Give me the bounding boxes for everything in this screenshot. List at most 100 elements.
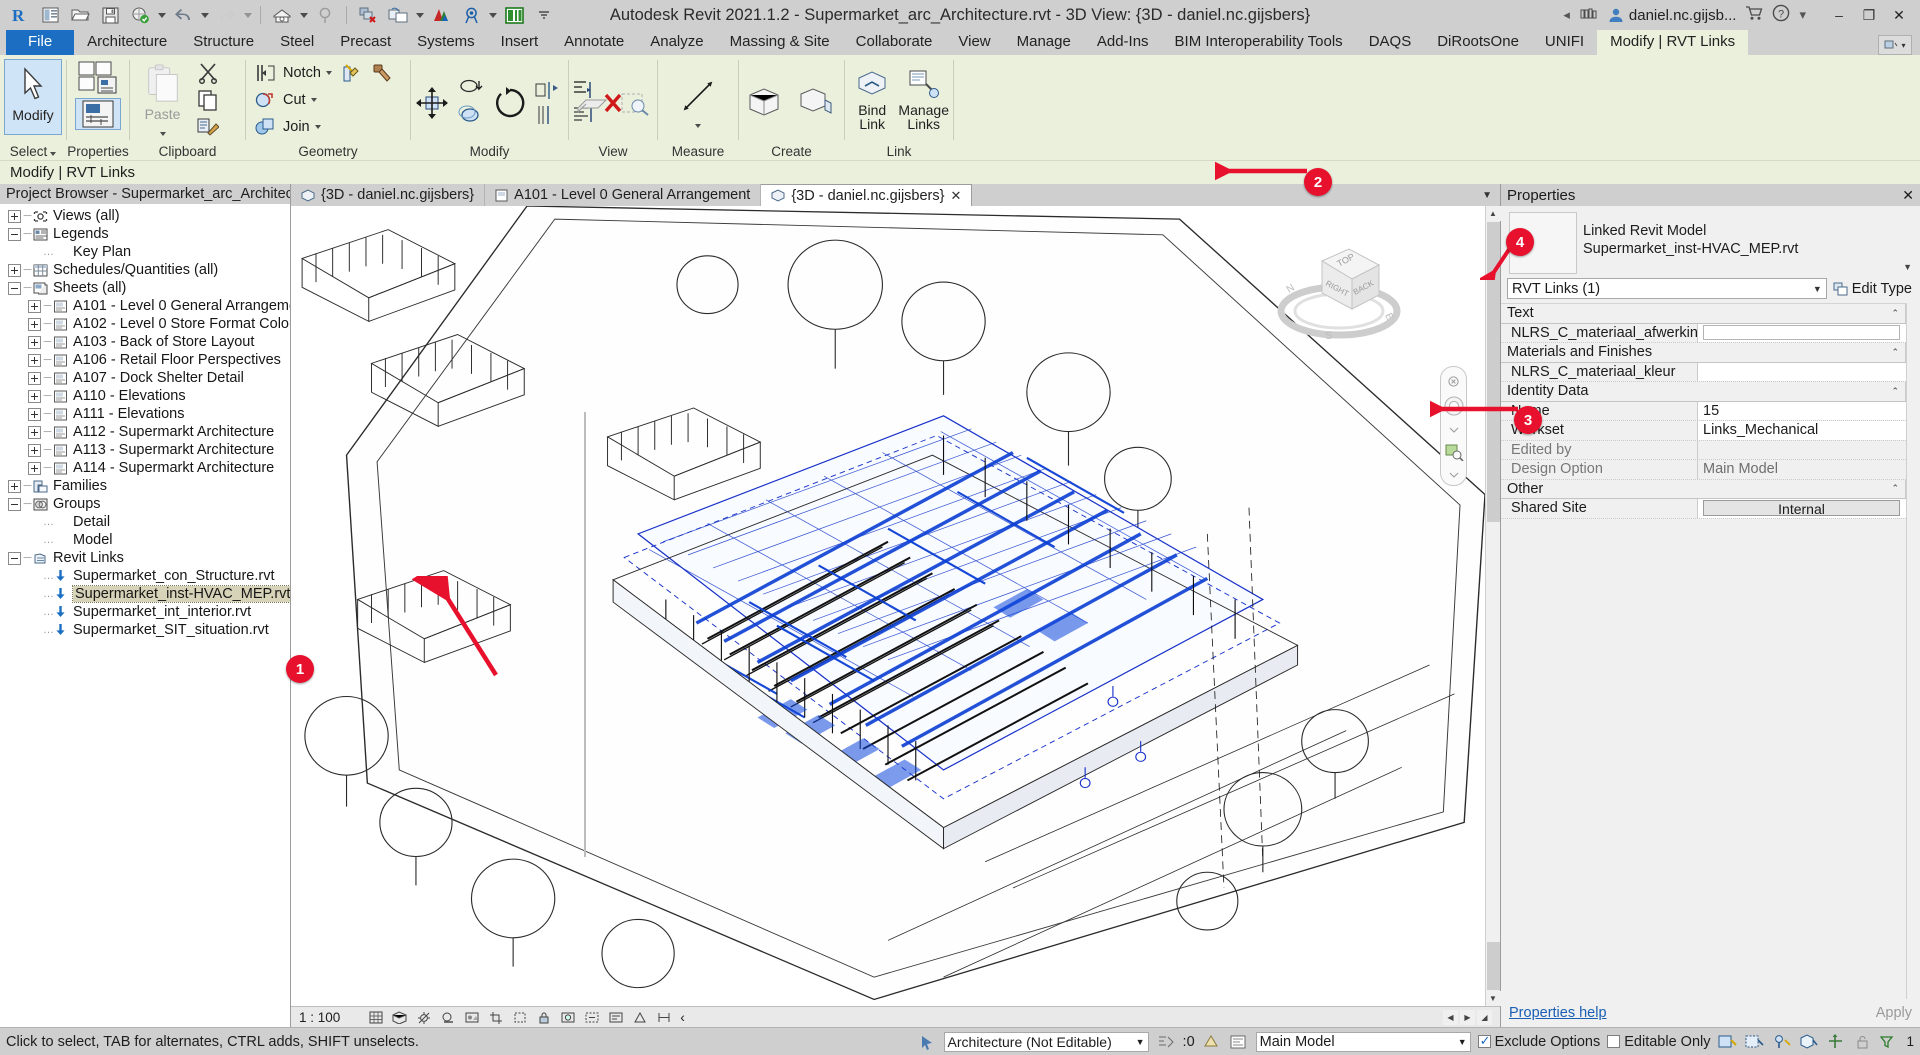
default-3d-view-icon[interactable] [268, 2, 296, 28]
modify-button[interactable]: Modify [4, 59, 62, 135]
checkbox-box[interactable] [1478, 1035, 1491, 1048]
reveal-hidden-elements-button[interactable] [616, 81, 653, 127]
save-icon[interactable] [96, 2, 124, 28]
chevron-left-icon[interactable]: ◂ [1563, 7, 1570, 23]
tree-node[interactable]: ─A112 - Supermarkt Architecture [0, 423, 290, 441]
tab-massing-site[interactable]: Massing & Site [717, 30, 843, 55]
select-panel-dropdown-icon[interactable] [50, 144, 56, 159]
view-dropdown-caret[interactable] [298, 2, 309, 28]
property-value[interactable] [1698, 363, 1906, 382]
customize-qat-icon[interactable] [530, 2, 558, 28]
detail-level-icon[interactable] [368, 1010, 383, 1025]
properties-row[interactable]: Name15 [1501, 402, 1906, 422]
expand-icon[interactable] [28, 354, 41, 367]
tree-node[interactable]: ─A114 - Supermarkt Architecture [0, 459, 290, 477]
close-hidden-windows-icon[interactable] [354, 2, 382, 28]
project-browser-tree[interactable]: ─Views (all)─Legends…Key Plan─Schedules/… [0, 204, 290, 1027]
notch-button[interactable]: Notch [280, 59, 337, 86]
measure-dropdown-icon[interactable] [695, 115, 701, 131]
select-links-icon[interactable] [1717, 1032, 1737, 1052]
properties-row[interactable]: NLRS_C_materiaal_afwerking [1501, 324, 1906, 344]
chevron-down-icon[interactable]: ▼ [1458, 1037, 1467, 1047]
tab-architecture[interactable]: Architecture [74, 30, 180, 55]
rotate-button[interactable] [493, 78, 527, 128]
user-account-menu[interactable]: daniel.nc.gijsb... [1608, 7, 1737, 24]
view-tab-close-icon[interactable]: ✕ [950, 188, 961, 204]
3d-model-canvas[interactable]: N E S TOP RIGHT BACK [291, 206, 1485, 1006]
expand-icon[interactable] [8, 264, 21, 277]
tree-node[interactable]: …Supermarket_SIT_situation.rvt [0, 621, 290, 639]
cut-to-clipboard-icon[interactable] [193, 59, 223, 86]
press-drag-icon[interactable] [917, 1032, 937, 1052]
scroll-up-button[interactable]: ▲ [1486, 206, 1501, 221]
match-type-properties-icon[interactable] [193, 113, 223, 140]
tab-dirootsone[interactable]: DiRootsOne [1424, 30, 1532, 55]
properties-scrollbar[interactable] [1906, 303, 1920, 999]
tab-daqs[interactable]: DAQS [1356, 30, 1425, 55]
move-button[interactable] [415, 78, 449, 128]
tree-node[interactable]: ─A101 - Level 0 General Arrangement [0, 297, 290, 315]
tab-precast[interactable]: Precast [327, 30, 404, 55]
tree-node[interactable]: ─A111 - Elevations [0, 405, 290, 423]
thin-lines-icon[interactable] [427, 2, 455, 28]
expand-icon[interactable] [28, 372, 41, 385]
cut-button[interactable]: Cut [280, 86, 322, 113]
properties-close-icon[interactable]: ✕ [1902, 187, 1914, 204]
ribbon-display-options[interactable]: ▾ [1878, 35, 1912, 55]
temporary-hide-isolate-icon[interactable] [560, 1010, 575, 1025]
tree-node[interactable]: …Key Plan [0, 243, 290, 261]
exclude-options-checkbox[interactable]: Exclude Options [1478, 1034, 1601, 1050]
undo-dropdown-caret[interactable] [199, 2, 210, 28]
collapse-icon[interactable] [8, 552, 21, 565]
lock-3d-view-icon[interactable] [536, 1010, 551, 1025]
temporary-view-properties-icon[interactable] [608, 1010, 623, 1025]
properties-row[interactable]: WorksetLinks_Mechanical [1501, 421, 1906, 441]
sync-dropdown-caret[interactable] [156, 2, 167, 28]
collapse-icon[interactable] [8, 228, 21, 241]
revit-logo-icon[interactable]: R [6, 2, 34, 28]
tab-manage[interactable]: Manage [1004, 30, 1084, 55]
help-icon[interactable]: ? [1772, 4, 1790, 26]
cope-icon[interactable] [250, 59, 280, 86]
shopping-cart-icon[interactable] [1745, 5, 1763, 25]
view-cube[interactable]: N E S TOP RIGHT BACK [1267, 231, 1417, 351]
tree-node[interactable]: ─Families [0, 477, 290, 495]
collapse-icon[interactable] [8, 282, 21, 295]
redo-icon[interactable] [212, 2, 240, 28]
paste-button[interactable]: Paste [134, 59, 191, 139]
sync-with-central-icon[interactable] [126, 2, 154, 28]
new-project-icon[interactable] [36, 2, 64, 28]
tree-node[interactable]: ─A106 - Retail Floor Perspectives [0, 351, 290, 369]
group-collapse-icon[interactable]: ⌃ [1891, 308, 1899, 319]
tab-unifi[interactable]: UNIFI [1532, 30, 1597, 55]
constraints-visibility-icon[interactable] [656, 1010, 671, 1025]
analytical-model-visibility-icon[interactable] [632, 1010, 647, 1025]
view-tab-3d-2[interactable]: {3D - daniel.nc.gijsbers} ✕ [761, 184, 972, 206]
chevron-down-icon[interactable]: ▼ [1813, 284, 1822, 294]
properties-button[interactable] [75, 59, 121, 97]
editable-only-checkbox[interactable]: Editable Only [1607, 1034, 1710, 1050]
demolish-button[interactable] [337, 59, 367, 86]
search-help-icon[interactable] [1579, 6, 1599, 25]
apply-button[interactable]: Apply [1876, 1005, 1912, 1021]
property-value[interactable] [1698, 324, 1906, 343]
group-collapse-icon[interactable]: ⌃ [1891, 483, 1899, 494]
switch-windows-icon[interactable] [384, 2, 412, 28]
crop-region-icon[interactable] [512, 1010, 527, 1025]
view-tab-overflow[interactable]: ▼ [1474, 184, 1500, 206]
expand-icon[interactable] [28, 408, 41, 421]
active-workset-selector[interactable]: Architecture (Not Editable) ▼ [944, 1032, 1149, 1052]
close-button[interactable]: ✕ [1884, 1, 1914, 29]
view-scale[interactable]: 1 : 100 [299, 1010, 340, 1025]
expand-icon[interactable] [28, 300, 41, 313]
property-value[interactable]: Links_Mechanical [1698, 421, 1906, 440]
tab-collaborate[interactable]: Collaborate [843, 30, 946, 55]
tree-node[interactable]: ─A107 - Dock Shelter Detail [0, 369, 290, 387]
property-button[interactable]: Internal [1703, 500, 1900, 516]
chevron-down-icon[interactable]: ▼ [1136, 1037, 1145, 1047]
join-geometry-icon[interactable] [250, 113, 280, 140]
tree-node[interactable]: …Supermarket_con_Structure.rvt [0, 567, 290, 585]
crop-view-icon[interactable] [488, 1010, 503, 1025]
measure-button[interactable] [670, 75, 726, 131]
hide-in-view-button[interactable] [573, 81, 610, 127]
